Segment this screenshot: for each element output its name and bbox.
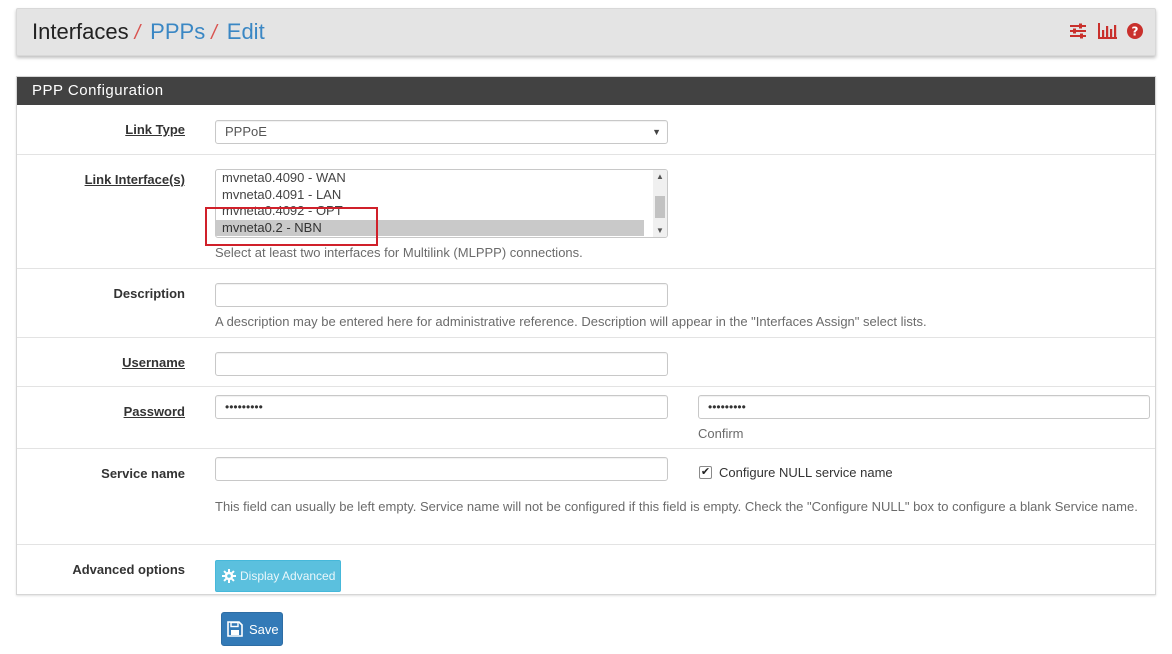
service-name-label: Service name	[101, 466, 185, 481]
link-interfaces-label: Link Interface(s)	[84, 172, 185, 187]
advanced-options-label: Advanced options	[72, 562, 185, 577]
list-item[interactable]: mvneta0.4090 - WAN	[216, 170, 644, 187]
breadcrumb-interfaces[interactable]: Interfaces	[32, 19, 129, 45]
link-type-label: Link Type	[125, 122, 185, 137]
breadcrumb-separator: /	[134, 22, 141, 44]
save-icon	[227, 621, 243, 637]
svg-text:?: ?	[1132, 25, 1139, 39]
breadcrumb-bar: Interfaces / PPPs / Edit ?	[16, 8, 1156, 56]
breadcrumb-edit[interactable]: Edit	[227, 19, 265, 45]
username-label: Username	[122, 355, 185, 370]
ppp-configuration-panel: PPP Configuration Link Type PPPoE ▼ Link…	[16, 76, 1156, 595]
help-icon[interactable]: ?	[1127, 23, 1143, 39]
service-name-input[interactable]	[215, 457, 668, 481]
scroll-thumb[interactable]	[655, 196, 665, 218]
annotation-highlight-box	[205, 207, 378, 246]
password-input[interactable]: •••••••••	[215, 395, 668, 419]
description-label: Description	[113, 286, 185, 301]
display-advanced-button[interactable]: Display Advanced	[215, 560, 341, 592]
description-row: Description A description may be entered…	[17, 268, 1155, 337]
display-advanced-label: Display Advanced	[240, 569, 336, 583]
panel-title: PPP Configuration	[17, 77, 1155, 105]
header-icons: ?	[1069, 23, 1143, 39]
password-confirm-input[interactable]: •••••••••	[698, 395, 1150, 419]
save-button[interactable]: Save	[221, 612, 283, 646]
chevron-down-icon: ▼	[652, 127, 661, 137]
username-input[interactable]	[215, 352, 668, 376]
list-item[interactable]: mvneta0.4091 - LAN	[216, 187, 644, 204]
breadcrumb: Interfaces / PPPs / Edit	[32, 19, 265, 45]
password-confirm-label: Confirm	[698, 426, 744, 441]
sliders-icon[interactable]	[1069, 23, 1087, 39]
password-label: Password	[123, 404, 185, 419]
username-row: Username	[17, 337, 1155, 386]
link-type-select[interactable]: PPPoE ▼	[215, 120, 668, 144]
scroll-down-icon[interactable]: ▼	[656, 226, 664, 235]
service-name-help: This field can usually be left empty. Se…	[215, 499, 1138, 514]
scroll-up-icon[interactable]: ▲	[656, 172, 664, 181]
bar-chart-icon[interactable]	[1097, 23, 1117, 39]
link-type-value: PPPoE	[225, 124, 267, 139]
save-label: Save	[249, 621, 279, 637]
password-row: Password ••••••••• ••••••••• Confirm	[17, 386, 1155, 448]
scrollbar[interactable]: ▲ ▼	[653, 170, 667, 237]
gear-icon	[222, 569, 236, 583]
link-interfaces-help: Select at least two interfaces for Multi…	[215, 245, 583, 260]
configure-null-label[interactable]: Configure NULL service name	[719, 463, 893, 483]
advanced-options-row: Advanced options Display Advanced	[17, 544, 1155, 595]
description-input[interactable]	[215, 283, 668, 307]
description-help: A description may be entered here for ad…	[215, 314, 927, 329]
configure-null-checkbox[interactable]: ✔	[699, 466, 712, 479]
service-name-row: Service name ✔ Configure NULL service na…	[17, 448, 1155, 544]
breadcrumb-ppps[interactable]: PPPs	[150, 19, 205, 45]
breadcrumb-separator: /	[211, 22, 217, 44]
link-interfaces-row: Link Interface(s) mvneta0.4090 - WAN mvn…	[17, 154, 1155, 268]
link-type-row: Link Type PPPoE ▼	[17, 105, 1155, 154]
